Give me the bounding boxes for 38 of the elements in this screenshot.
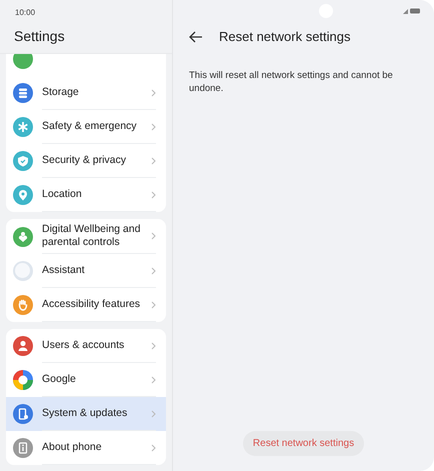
chevron-icon — [151, 190, 156, 198]
chevron-icon — [151, 122, 156, 130]
settings-item[interactable]: Assistant — [6, 254, 166, 288]
chevron-icon — [151, 232, 156, 240]
item-label: System & updates — [42, 407, 128, 420]
settings-item[interactable]: Location — [6, 178, 166, 212]
item-label: Assistant — [42, 264, 86, 278]
settings-item[interactable]: About phone — [6, 431, 166, 466]
item-label: Accessibility features — [42, 298, 142, 312]
chevron-icon — [151, 88, 156, 96]
status-icons — [402, 7, 422, 15]
item-label: Digital Wellbeing and parental controls — [42, 223, 142, 250]
item-label: Safety & emergency — [42, 120, 138, 134]
settings-item[interactable]: Storage — [6, 76, 166, 110]
settings-item[interactable]: Users & accounts — [6, 329, 166, 364]
item-label: Location — [42, 188, 83, 202]
item-label: About phone — [42, 441, 103, 454]
settings-item[interactable]: Accessibility features — [6, 288, 166, 322]
item-label: Google — [42, 373, 77, 386]
settings-item[interactable]: Security & privacy — [6, 144, 166, 178]
settings-item[interactable]: Digital Wellbeing and parental controls — [6, 219, 166, 254]
settings-item[interactable]: Safety & emergency — [6, 110, 166, 144]
chevron-icon — [151, 342, 156, 350]
item-label: Users & accounts — [42, 339, 126, 352]
back-arrow-icon[interactable] — [189, 30, 203, 43]
chevron-icon — [151, 300, 156, 309]
sidebar-title: Settings — [14, 28, 65, 44]
description-text: This will reset all network settings and cannot be undone. — [188, 68, 394, 96]
chevron-icon — [151, 444, 156, 452]
settings-item[interactable]: System & updates — [6, 397, 166, 432]
status-time: 10:00 — [14, 7, 36, 19]
page-title: Reset network settings — [219, 28, 351, 46]
item-label: Security & privacy — [42, 154, 128, 168]
item-label: Storage — [42, 86, 80, 100]
chevron-icon — [151, 376, 156, 384]
chevron-icon — [151, 156, 156, 164]
chevron-icon — [151, 410, 156, 418]
chevron-icon — [151, 266, 156, 275]
